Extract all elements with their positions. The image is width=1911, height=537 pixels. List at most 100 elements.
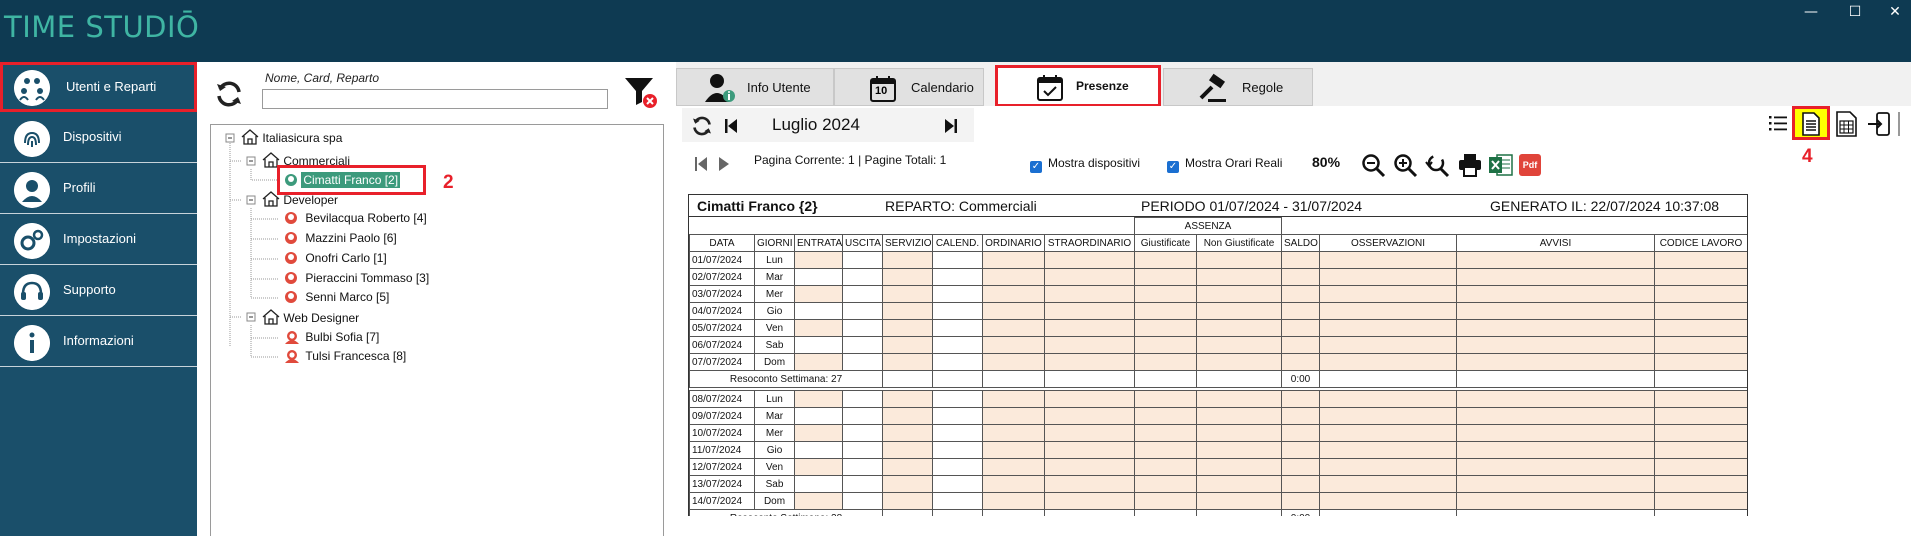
- data-cell: [1196, 407, 1282, 425]
- tree-node-department[interactable]: Web Designer: [262, 309, 359, 325]
- tab-regole[interactable]: Regole: [1163, 68, 1313, 106]
- refresh-icon[interactable]: [213, 78, 245, 110]
- table-row[interactable]: 07/07/2024 Dom: [689, 353, 1747, 371]
- tree-node-user[interactable]: Pieraccini Tommaso [3]: [284, 271, 429, 285]
- data-cell: [1456, 492, 1655, 510]
- zoom-in-icon[interactable]: [1392, 152, 1418, 178]
- table-row[interactable]: 04/07/2024 Gio: [689, 302, 1747, 320]
- close-icon[interactable]: ✕: [1880, 2, 1910, 22]
- print-icon[interactable]: [1457, 152, 1483, 178]
- data-cell: [794, 319, 843, 337]
- table-row[interactable]: 14/07/2024 Dom: [689, 492, 1747, 510]
- data-cell: [1319, 353, 1457, 371]
- week-saldo: 0:00: [1281, 509, 1320, 516]
- sidebar-item-support[interactable]: Supporto: [0, 266, 197, 316]
- user-icon: [285, 232, 297, 244]
- calendar-check-icon: [1037, 75, 1063, 101]
- table-row[interactable]: 03/07/2024 Mer: [689, 285, 1747, 303]
- sidebar-item-label: Informazioni: [63, 333, 134, 348]
- tree-node-company[interactable]: Italiasicura spa: [241, 129, 342, 145]
- tree-node-user[interactable]: Bulbi Sofia [7]: [284, 330, 379, 344]
- pdf-icon[interactable]: Pdf: [1519, 154, 1541, 176]
- clear-filter-icon[interactable]: [623, 74, 659, 110]
- week-summary-label: Resoconto Settimana: 28: [689, 509, 883, 516]
- table-row[interactable]: 05/07/2024 Ven: [689, 319, 1747, 337]
- show-devices-checkbox[interactable]: ✓ Mostra dispositivi: [1030, 156, 1140, 173]
- export-icon[interactable]: [1866, 110, 1892, 138]
- minimize-icon[interactable]: —: [1796, 2, 1826, 22]
- table-row[interactable]: 13/07/2024 Sab: [689, 475, 1747, 493]
- tree-node-user[interactable]: Tulsi Francesca [8]: [284, 349, 406, 363]
- maximize-icon[interactable]: ☐: [1840, 2, 1870, 22]
- column-header: STRAORDINARIO: [1044, 234, 1135, 252]
- report-view-button[interactable]: [1792, 106, 1830, 140]
- sidebar-item-info[interactable]: Informazioni: [0, 317, 197, 367]
- data-cell: [882, 390, 933, 408]
- data-cell: [1196, 492, 1282, 510]
- table-row[interactable]: 02/07/2024 Mar: [689, 268, 1747, 286]
- tab-info-utente[interactable]: Info Utente: [676, 68, 834, 106]
- previous-month-icon[interactable]: [724, 118, 738, 134]
- tree-node-user[interactable]: Onofri Carlo [1]: [284, 251, 387, 265]
- day-cell: Lun: [754, 251, 795, 269]
- data-cell: [982, 268, 1045, 286]
- show-real-hours-checkbox[interactable]: ✓ Mostra Orari Reali: [1167, 156, 1282, 173]
- sidebar-item-settings[interactable]: Impostazioni: [0, 215, 197, 265]
- sidebar-item-label: Utenti e Reparti: [66, 79, 157, 94]
- user-icon: [285, 291, 297, 303]
- report-header: Cimatti Franco {2} REPARTO: Commerciali …: [689, 195, 1747, 217]
- user-female-icon: [285, 350, 299, 363]
- summary-cell: [1134, 509, 1197, 516]
- table-row[interactable]: 11/07/2024 Gio: [689, 441, 1747, 459]
- data-cell: [1456, 251, 1655, 269]
- data-cell: [794, 285, 843, 303]
- sidebar-item-devices[interactable]: Dispositivi: [0, 113, 197, 163]
- data-cell: [794, 302, 843, 320]
- data-cell: [932, 492, 983, 510]
- data-cell: [1319, 424, 1457, 442]
- search-input[interactable]: [262, 89, 608, 109]
- summary-cell: [1654, 370, 1747, 388]
- data-cell: [982, 390, 1045, 408]
- table-row[interactable]: 06/07/2024 Sab: [689, 336, 1747, 354]
- data-cell: [794, 458, 843, 476]
- data-cell: [882, 319, 933, 337]
- data-cell: [882, 407, 933, 425]
- date-cell: 05/07/2024: [689, 319, 755, 337]
- data-cell: [1281, 441, 1320, 459]
- tab-calendario[interactable]: 10 Calendario: [834, 68, 984, 106]
- tree-node-user[interactable]: Mazzini Paolo [6]: [284, 231, 397, 245]
- day-cell: Mer: [754, 424, 795, 442]
- sidebar-item-users[interactable]: Utenti e Reparti: [0, 62, 197, 112]
- search-label: Nome, Card, Reparto: [265, 71, 380, 85]
- table-row[interactable]: 08/07/2024 Lun: [689, 390, 1747, 408]
- data-cell: [1456, 268, 1655, 286]
- tree-node-user[interactable]: Senni Marco [5]: [284, 290, 389, 304]
- summary-cell: [1456, 509, 1655, 516]
- spreadsheet-icon[interactable]: [1834, 110, 1860, 138]
- table-row[interactable]: 09/07/2024 Mar: [689, 407, 1747, 425]
- zoom-out-icon[interactable]: [1360, 152, 1386, 178]
- data-cell: [1319, 268, 1457, 286]
- day-cell: Sab: [754, 475, 795, 493]
- data-cell: [794, 390, 843, 408]
- table-row[interactable]: 10/07/2024 Mer: [689, 424, 1747, 442]
- data-cell: [1654, 492, 1747, 510]
- excel-icon[interactable]: [1488, 152, 1514, 178]
- tab-presenze[interactable]: Presenze: [995, 65, 1161, 107]
- data-cell: [1319, 302, 1457, 320]
- sidebar-item-profiles[interactable]: Profili: [0, 164, 197, 214]
- refresh-icon[interactable]: [690, 114, 714, 138]
- data-cell: [1196, 336, 1282, 354]
- data-cell: [882, 441, 933, 459]
- tree-node-department[interactable]: Developer: [262, 191, 338, 207]
- next-page-icon[interactable]: [718, 156, 730, 172]
- summary-cell: [1196, 370, 1282, 388]
- first-page-icon[interactable]: [694, 156, 708, 172]
- table-row[interactable]: 12/07/2024 Ven: [689, 458, 1747, 476]
- next-month-icon[interactable]: [944, 118, 958, 134]
- table-row[interactable]: 01/07/2024 Lun: [689, 251, 1747, 269]
- list-view-icon[interactable]: [1767, 112, 1789, 134]
- zoom-reset-icon[interactable]: [1424, 152, 1450, 178]
- tree-node-user[interactable]: Bevilacqua Roberto [4]: [284, 211, 427, 225]
